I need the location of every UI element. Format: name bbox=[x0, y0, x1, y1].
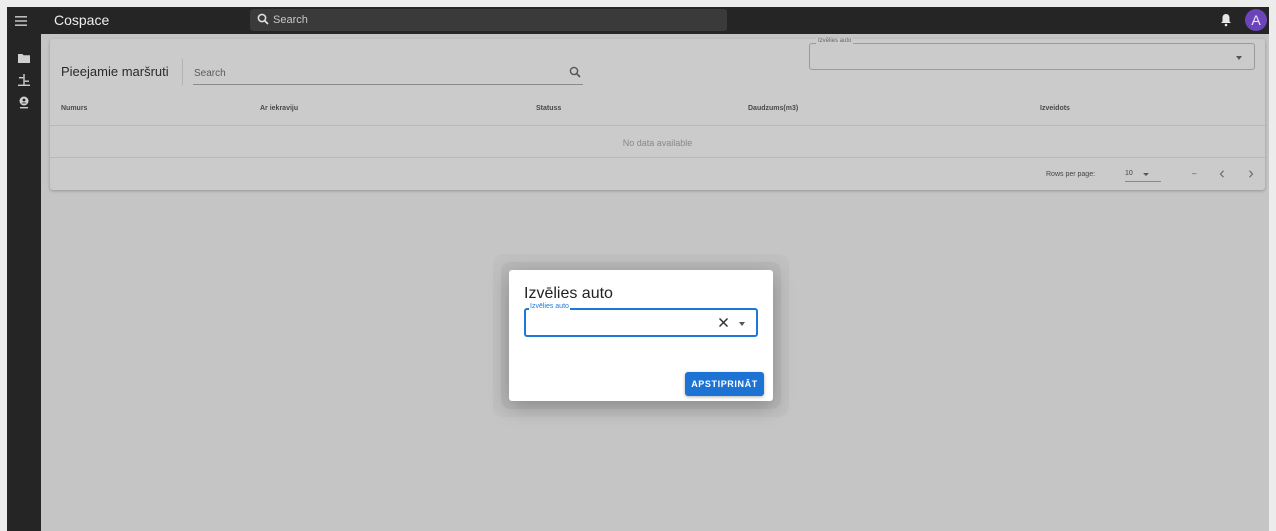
search-icon bbox=[569, 66, 581, 78]
page-title: Pieejamie maršruti bbox=[61, 64, 169, 79]
header-divider bbox=[50, 125, 1265, 126]
menu-icon bbox=[15, 15, 27, 26]
app-title: Cospace bbox=[54, 12, 110, 28]
chevron-down-icon[interactable] bbox=[739, 322, 745, 326]
next-page-button[interactable] bbox=[1243, 166, 1259, 182]
rows-per-page-value: 10 bbox=[1125, 170, 1133, 177]
dialog-title: Izvēlies auto bbox=[524, 285, 613, 302]
dialog-select-label: Izvēlies auto bbox=[529, 303, 570, 310]
choose-car-dialog: Izvēlies auto Izvēlies auto APSTIPRINĀT bbox=[509, 270, 773, 401]
bell-icon[interactable] bbox=[1220, 13, 1232, 27]
menu-button[interactable] bbox=[7, 7, 35, 34]
routes-card: Pieejamie maršruti Search Izvēlies auto … bbox=[50, 38, 1265, 190]
title-divider bbox=[182, 59, 183, 85]
car-select[interactable]: Izvēlies auto bbox=[809, 38, 1255, 70]
chevron-down-icon bbox=[1236, 56, 1242, 60]
column-header-daudzums[interactable]: Daudzums(m3) bbox=[748, 105, 798, 112]
signpost-icon bbox=[18, 74, 30, 86]
top-bar: Cospace Search A bbox=[7, 7, 1269, 34]
search-icon bbox=[257, 13, 269, 25]
rows-per-page-label: Rows per page: bbox=[1046, 171, 1096, 178]
empty-state-text: No data available bbox=[622, 138, 693, 148]
dialog-car-select[interactable]: Izvēlies auto bbox=[524, 303, 758, 337]
footer-divider bbox=[50, 157, 1265, 158]
confirm-button[interactable]: APSTIPRINĀT bbox=[685, 372, 764, 396]
rows-per-page-select[interactable]: 10 bbox=[1125, 166, 1161, 182]
sidebar-item-routes[interactable] bbox=[13, 70, 35, 90]
table-search-field[interactable]: Search bbox=[193, 59, 583, 85]
chevron-down-icon bbox=[1143, 173, 1149, 176]
global-search[interactable]: Search bbox=[250, 9, 727, 31]
folder-icon bbox=[18, 54, 30, 63]
column-header-izveidots[interactable]: Izveidots bbox=[1040, 105, 1070, 112]
chevron-right-icon bbox=[1249, 170, 1254, 178]
prev-page-button[interactable] bbox=[1214, 166, 1230, 182]
table-search-input[interactable]: Search bbox=[194, 68, 226, 79]
pagination-range: – bbox=[1192, 169, 1197, 178]
app-window: Cospace Search A Pieejamie maršruti Sear… bbox=[7, 7, 1269, 531]
chevron-left-icon bbox=[1219, 170, 1224, 178]
sidebar-item-location[interactable] bbox=[13, 92, 35, 112]
sidebar-item-folder[interactable] bbox=[13, 48, 35, 68]
global-search-input[interactable]: Search bbox=[273, 14, 308, 26]
column-header-statuss[interactable]: Statuss bbox=[536, 105, 561, 112]
person-pin-icon bbox=[19, 96, 29, 108]
car-select-label: Izvēlies auto bbox=[816, 38, 854, 44]
close-icon[interactable] bbox=[718, 317, 729, 328]
column-header-ar-iekraviju[interactable]: Ar iekraviju bbox=[260, 105, 298, 112]
column-header-numurs[interactable]: Numurs bbox=[61, 105, 87, 112]
side-nav bbox=[7, 34, 41, 531]
avatar[interactable]: A bbox=[1245, 9, 1267, 31]
